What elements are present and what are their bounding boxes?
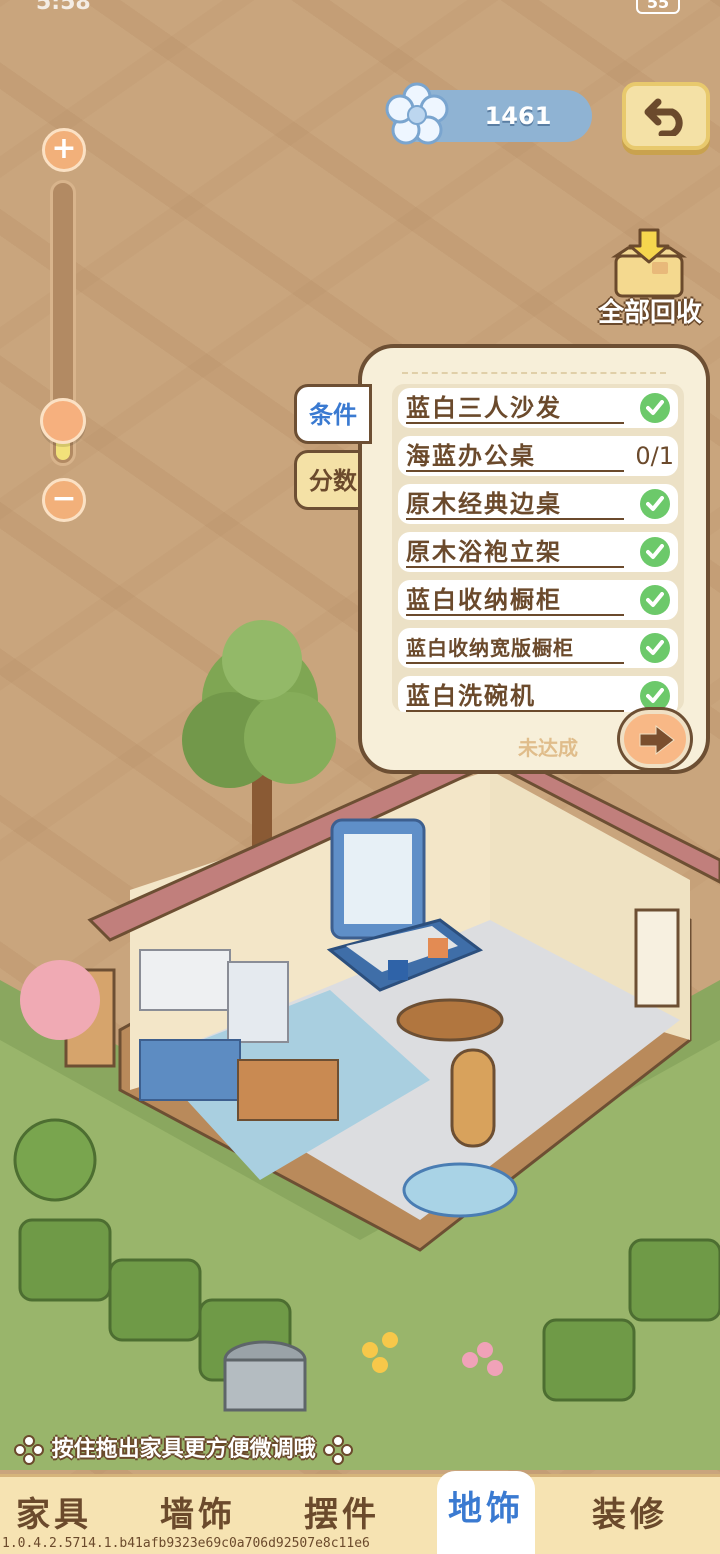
sparkle-icon <box>323 1435 354 1465</box>
condition-underline <box>406 566 624 568</box>
condition-row: 原木经典边桌 <box>398 484 678 524</box>
condition-row: 蓝白收纳宽版橱柜 <box>398 628 678 668</box>
condition-underline <box>406 470 624 472</box>
right-arrow-icon <box>639 724 675 756</box>
condition-underline <box>406 422 624 424</box>
tab-condition[interactable]: 条件 <box>294 384 372 444</box>
tree <box>182 620 336 850</box>
next-arrow-button[interactable] <box>620 710 690 768</box>
version-string: 1.0.4.2.5714.1.b41afb9323e69c0a706d92507… <box>2 1536 370 1551</box>
currency-value: 1461 <box>484 102 552 130</box>
condition-progress: 0/1 <box>635 442 674 470</box>
condition-panel: 蓝白三人沙发 海蓝办公桌 0/1 原木经典边桌 原木浴袍立架 蓝白收纳橱柜 蓝白收纳宽版橱柜… <box>358 344 710 774</box>
condition-row: 海蓝办公桌 0/1 <box>398 436 678 476</box>
panel-decoration <box>402 360 666 374</box>
flower-icon <box>385 82 449 145</box>
hint-text: 按住拖出家具更方便微调哦 <box>51 1437 316 1462</box>
recycle-all-button[interactable]: 全部回收 <box>590 228 710 328</box>
condition-underline <box>406 662 624 664</box>
currency-counter: 1461 <box>385 82 592 145</box>
check-icon <box>640 393 670 423</box>
status-time: 5:58 <box>36 0 91 15</box>
check-icon <box>640 537 670 567</box>
undo-arrow-icon <box>644 98 683 136</box>
check-icon <box>640 489 670 519</box>
condition-name: 蓝白洗碗机 <box>406 682 536 710</box>
condition-status-label: 未达成 <box>518 736 578 760</box>
zoom-in-button[interactable]: + <box>42 128 86 172</box>
condition-underline <box>406 710 624 712</box>
zoom-slider-knob[interactable] <box>40 398 86 444</box>
condition-underline <box>406 518 624 520</box>
condition-row: 蓝白收纳橱柜 <box>398 580 678 620</box>
hint-text-row: 按住拖出家具更方便微调哦 <box>14 1432 354 1468</box>
back-button[interactable] <box>622 82 710 150</box>
condition-row: 原木浴袍立架 <box>398 532 678 572</box>
box-down-arrow-icon <box>611 228 687 298</box>
battery-indicator: 55 <box>636 0 680 14</box>
condition-list[interactable]: 蓝白三人沙发 海蓝办公桌 0/1 原木经典边桌 原木浴袍立架 蓝白收纳橱柜 蓝白收纳宽版橱柜… <box>392 384 684 712</box>
check-icon <box>640 633 670 663</box>
check-icon <box>640 681 670 711</box>
condition-row: 蓝白洗碗机 <box>398 676 678 712</box>
status-bar: 5:58 55 <box>0 0 720 16</box>
sparkle-icon <box>14 1435 44 1465</box>
tab-renovation[interactable]: 装修 <box>560 1477 700 1554</box>
zoom-out-button[interactable]: − <box>42 478 86 522</box>
check-icon <box>640 585 670 615</box>
tab-floor-decor[interactable]: 地饰 <box>437 1471 535 1554</box>
condition-row: 蓝白三人沙发 <box>398 388 678 428</box>
condition-underline <box>406 614 624 616</box>
recycle-all-label: 全部回收 <box>597 298 702 328</box>
